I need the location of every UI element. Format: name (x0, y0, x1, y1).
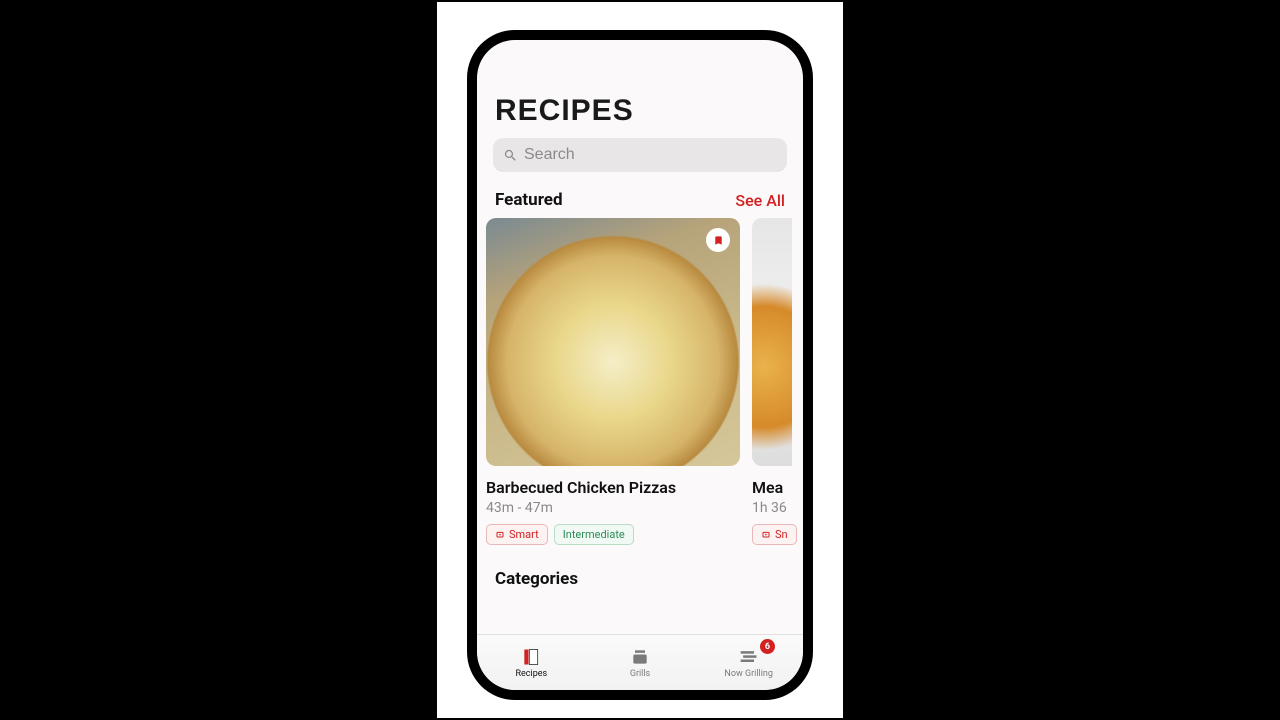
featured-card-next[interactable]: Mea 1h 36 Sn (752, 218, 792, 545)
notification-badge: 6 (760, 639, 775, 654)
recipe-image (752, 218, 792, 466)
recipe-time: 43m - 47m (486, 500, 740, 516)
tab-label: Now Grilling (724, 669, 773, 679)
recipe-time: 1h 36 (752, 500, 792, 516)
smart-icon (495, 531, 505, 539)
search-bar[interactable] (493, 138, 787, 172)
smart-chip: Sn (752, 524, 797, 545)
page-title: RECIPES (477, 76, 803, 138)
tab-label: Grills (630, 669, 650, 679)
now-grilling-icon (738, 647, 760, 667)
featured-title: Featured (495, 190, 563, 210)
smart-chip-label: Sn (775, 528, 788, 541)
featured-header: Featured See All (477, 190, 803, 218)
see-all-link[interactable]: See All (735, 191, 785, 210)
chip-row: Smart Intermediate (486, 524, 740, 545)
bookmark-icon (713, 234, 724, 247)
bookmark-button[interactable] (706, 228, 730, 252)
tab-grills[interactable]: Grills (586, 635, 695, 690)
smart-icon (761, 531, 771, 539)
tab-recipes[interactable]: Recipes (477, 635, 586, 690)
level-chip: Intermediate (554, 524, 634, 545)
tab-bar: Recipes Grills 6 Now Grilling (477, 634, 803, 690)
categories-title: Categories (477, 545, 803, 589)
smart-chip-label: Smart (509, 528, 539, 541)
search-icon (503, 148, 518, 163)
smart-chip: Smart (486, 524, 548, 545)
grills-icon (629, 647, 651, 667)
recipe-image (486, 218, 740, 466)
phone-screen: RECIPES Featured See All (477, 40, 803, 690)
recipe-title: Barbecued Chicken Pizzas (486, 478, 740, 497)
featured-carousel[interactable]: Barbecued Chicken Pizzas 43m - 47m Smart… (477, 218, 794, 545)
chip-row: Sn (752, 524, 792, 545)
status-bar (477, 40, 803, 76)
featured-card[interactable]: Barbecued Chicken Pizzas 43m - 47m Smart… (486, 218, 740, 545)
tab-label: Recipes (515, 669, 547, 679)
search-input[interactable] (524, 146, 777, 164)
recipe-title: Mea (752, 478, 792, 497)
recipes-icon (520, 647, 542, 667)
phone-frame: RECIPES Featured See All (467, 30, 813, 700)
level-chip-label: Intermediate (563, 528, 625, 541)
content-area: Featured See All Barbecued Chicken Pizza… (477, 190, 803, 634)
tab-now-grilling[interactable]: 6 Now Grilling (694, 635, 803, 690)
